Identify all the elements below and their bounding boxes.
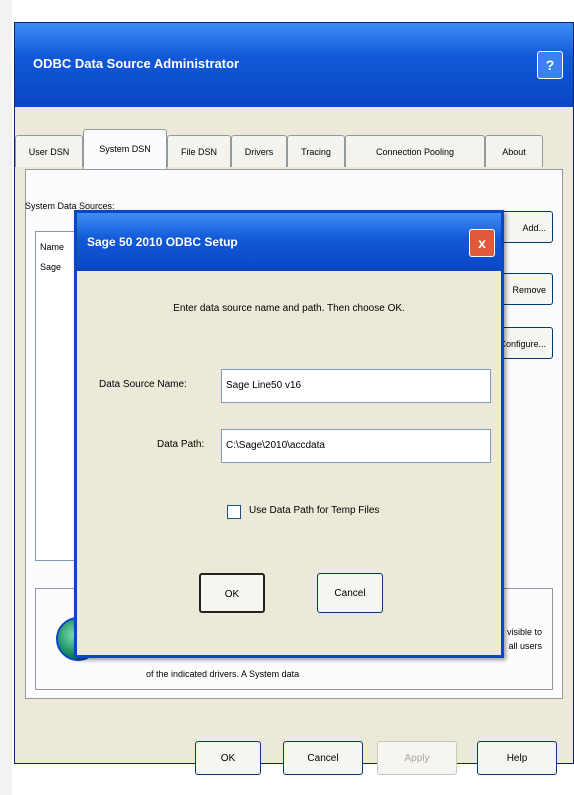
dialog-instruction: Enter data source name and path. Then ch… [173, 303, 405, 314]
outer-titlebar[interactable]: ODBC Data Source Administrator ? [15, 23, 573, 107]
dialog-title: Sage 50 2010 ODBC Setup [87, 235, 238, 249]
odbc-setup-dialog: Sage 50 2010 ODBC Setup x Enter data sou… [74, 210, 504, 658]
list-column-name[interactable]: Name [40, 242, 64, 252]
list-item[interactable]: Sage [40, 262, 61, 272]
ok-button[interactable]: OK [195, 741, 261, 775]
dialog-cancel-button[interactable]: Cancel [317, 573, 383, 613]
temp-files-checkbox[interactable] [227, 505, 241, 519]
tab-system-dsn[interactable]: System DSN [83, 129, 167, 169]
tab-drivers[interactable]: Drivers [231, 135, 287, 167]
help-icon[interactable]: ? [537, 51, 563, 79]
data-path-label: Data Path: [157, 439, 205, 450]
data-source-name-input[interactable] [221, 369, 491, 403]
dialog-ok-button[interactable]: OK [199, 573, 265, 613]
tab-connection-pooling[interactable]: Connection Pooling [345, 135, 485, 167]
help-button[interactable]: Help [477, 741, 557, 775]
dialog-titlebar[interactable]: Sage 50 2010 ODBC Setup x [77, 213, 501, 271]
data-path-input[interactable] [221, 429, 491, 463]
tab-file-dsn[interactable]: File DSN [167, 135, 231, 167]
tab-tracing[interactable]: Tracing [287, 135, 345, 167]
close-icon[interactable]: x [469, 229, 495, 257]
outer-window-title: ODBC Data Source Administrator [33, 56, 240, 71]
data-source-name-label: Data Source Name: [99, 379, 187, 390]
page-edge [0, 0, 12, 795]
apply-button[interactable]: Apply [377, 741, 457, 775]
tab-about[interactable]: About [485, 135, 543, 167]
cancel-button[interactable]: Cancel [283, 741, 363, 775]
info-text-right: visible to all users [506, 627, 542, 651]
temp-files-checkbox-label[interactable]: Use Data Path for Temp Files [249, 505, 379, 516]
info-text: of the indicated drivers. A System data [146, 669, 300, 679]
tab-strip: User DSN System DSN File DSN Drivers Tra… [15, 127, 573, 171]
tab-user-dsn[interactable]: User DSN [15, 135, 83, 167]
